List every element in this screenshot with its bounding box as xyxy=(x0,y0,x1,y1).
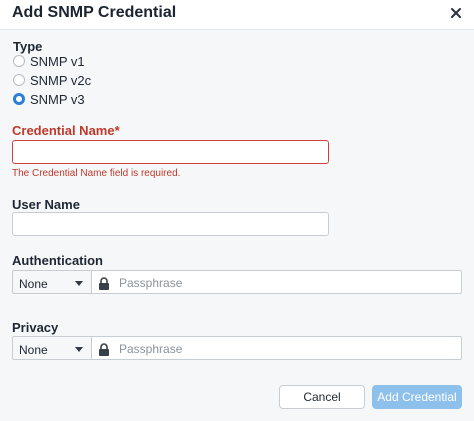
radio-snmp-v3[interactable]: SNMP v3 xyxy=(13,91,85,107)
authentication-passphrase-placeholder: Passphrase xyxy=(119,276,183,290)
chevron-down-icon xyxy=(75,281,83,286)
privacy-passphrase-placeholder: Passphrase xyxy=(119,342,183,356)
cancel-button[interactable]: Cancel xyxy=(279,385,365,409)
close-icon[interactable] xyxy=(448,5,464,21)
radio-label: SNMP v1 xyxy=(30,53,85,69)
privacy-passphrase-input[interactable]: Passphrase xyxy=(92,336,462,360)
credential-name-error: The Credential Name field is required. xyxy=(12,168,181,179)
dialog-body: Type SNMP v1 SNMP v2c SNMP v3 Credential… xyxy=(0,30,474,421)
dialog-title: Add SNMP Credential xyxy=(12,4,177,21)
credential-name-label-text: Credential Name xyxy=(12,123,115,138)
chevron-down-icon xyxy=(75,347,83,352)
credential-name-input[interactable] xyxy=(12,140,329,164)
radio-snmp-v2c[interactable]: SNMP v2c xyxy=(13,72,91,88)
authentication-passphrase-input[interactable]: Passphrase xyxy=(92,270,462,294)
user-name-input[interactable] xyxy=(12,212,329,236)
lock-icon xyxy=(99,277,109,290)
radio-button[interactable] xyxy=(13,55,25,67)
authentication-select-value: None xyxy=(19,277,48,291)
radio-label: SNMP v3 xyxy=(30,91,85,107)
radio-button-selected[interactable] xyxy=(13,93,25,105)
authentication-select[interactable]: None xyxy=(12,270,92,294)
privacy-label: Privacy xyxy=(12,320,59,335)
privacy-select[interactable]: None xyxy=(12,336,92,360)
privacy-select-value: None xyxy=(19,343,48,357)
authentication-label: Authentication xyxy=(12,253,103,268)
radio-label: SNMP v2c xyxy=(30,72,92,88)
user-name-label: User Name xyxy=(12,197,80,212)
required-marker: * xyxy=(114,123,120,138)
type-label: Type xyxy=(13,39,43,54)
add-credential-button[interactable]: Add Credential xyxy=(372,385,462,409)
radio-snmp-v1[interactable]: SNMP v1 xyxy=(13,53,85,69)
add-snmp-credential-dialog: Add SNMP Credential Type SNMP v1 SNMP v2… xyxy=(0,0,474,421)
dialog-header: Add SNMP Credential xyxy=(0,0,474,30)
radio-button[interactable] xyxy=(13,74,25,86)
credential-name-label: Credential Name* xyxy=(12,123,120,138)
lock-icon xyxy=(99,343,109,356)
